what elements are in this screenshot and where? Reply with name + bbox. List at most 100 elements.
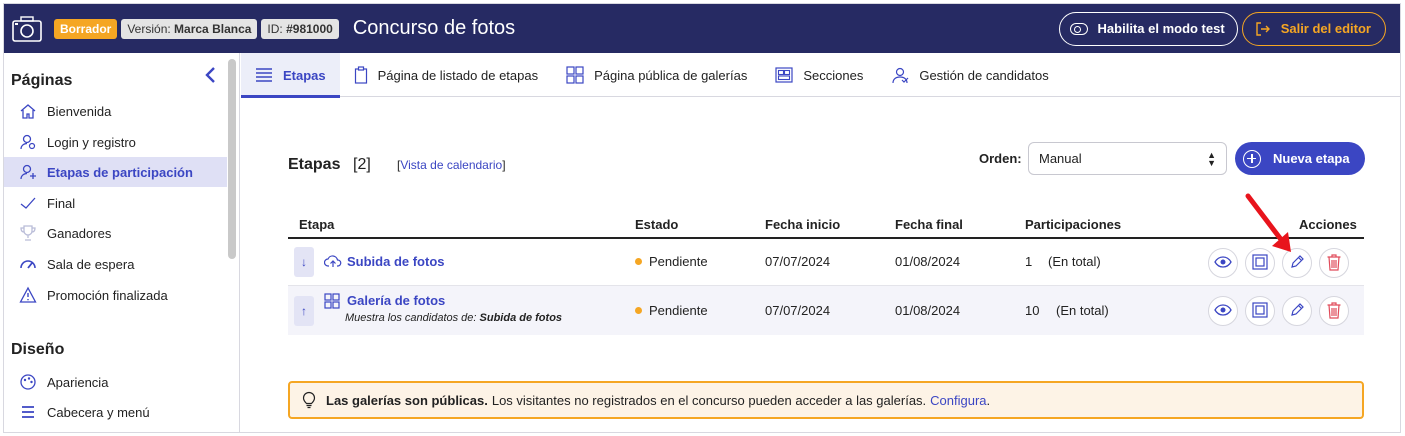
- stage-participations-count: 10: [1025, 303, 1040, 318]
- stage-name-link[interactable]: Galería de fotos: [347, 293, 445, 308]
- sidebar: Páginas Bienvenida Login y registro Etap…: [4, 53, 240, 432]
- sidebar-item-ganadores[interactable]: Ganadores: [4, 218, 227, 248]
- new-stage-button[interactable]: Nueva etapa: [1235, 142, 1365, 175]
- edit-button[interactable]: [1282, 296, 1312, 326]
- table-row: ↓ Subida de fotos Pendiente 07/07/2024 0…: [288, 239, 1364, 286]
- tab-label: Etapas: [283, 67, 326, 83]
- move-down-icon[interactable]: ↓: [294, 247, 314, 277]
- bracket-close: ]: [502, 158, 506, 172]
- main-content: Etapas Página de listado de etapas Págin…: [241, 53, 1400, 432]
- sidebar-item-label: Bienvenida: [47, 103, 112, 119]
- sidebar-item-promocion[interactable]: Promoción finalizada: [4, 280, 227, 310]
- new-stage-label: Nueva etapa: [1273, 151, 1350, 166]
- pencil-icon: [1289, 302, 1305, 321]
- pages-heading: Páginas: [11, 72, 73, 89]
- test-mode-button[interactable]: Habilita el modo test: [1058, 11, 1238, 46]
- column-status: Estado: [635, 217, 679, 232]
- order-select[interactable]: Manual ▲ ▼: [1028, 142, 1227, 175]
- version-value: Marca Blanca: [174, 21, 252, 36]
- candidates-icon: [891, 66, 909, 84]
- sidebar-item-label: Sala de espera: [47, 256, 135, 272]
- plus-circle-icon: [1243, 149, 1261, 168]
- move-up-icon[interactable]: ↑: [294, 296, 314, 326]
- sidebar-item-cabecera[interactable]: Cabecera y menú: [4, 397, 227, 427]
- sidebar-item-label: Ganadores: [47, 225, 112, 241]
- status-dot: [635, 258, 642, 265]
- duplicate-icon: [1252, 301, 1268, 321]
- toggle-icon: [1069, 22, 1088, 35]
- stage-participations-note: (En total): [1048, 254, 1101, 269]
- stage-subtitle: Muestra los candidatos de: Subida de fot…: [345, 312, 562, 324]
- id-label: ID:: [267, 21, 283, 36]
- order-value: Manual: [1039, 151, 1082, 166]
- tab-galerias[interactable]: Página pública de galerías: [552, 53, 761, 97]
- tab-label: Página pública de galerías: [594, 67, 748, 83]
- banner-text: Los visitantes no registrados en el conc…: [491, 392, 927, 408]
- clipboard-icon: [354, 66, 368, 84]
- stage-end: 01/08/2024: [895, 254, 961, 269]
- calendar-view-link[interactable]: [Vista de calendario]: [397, 158, 506, 172]
- sidebar-item-apariencia[interactable]: Apariencia: [4, 367, 227, 397]
- calendar-view-label: Vista de calendario: [400, 158, 503, 172]
- sidebar-scrollbar[interactable]: [228, 59, 236, 259]
- view-button[interactable]: [1208, 248, 1238, 278]
- tab-listado[interactable]: Página de listado de etapas: [340, 53, 552, 97]
- stage-participations-note: (En total): [1056, 303, 1109, 318]
- gauge-icon: [18, 254, 38, 274]
- id-badge: ID: #981000: [261, 18, 339, 39]
- trash-icon: [1326, 301, 1342, 322]
- order-label: Orden:: [979, 151, 1022, 166]
- configure-link[interactable]: Configura: [930, 393, 986, 408]
- lightbulb-icon: [302, 391, 316, 409]
- tab-label: Secciones: [803, 67, 864, 83]
- version-badge: Versión: Marca Blanca: [121, 18, 258, 39]
- banner-trailing: .: [986, 392, 991, 408]
- sidebar-item-etapas[interactable]: Etapas de participación: [4, 157, 227, 187]
- tab-bar: Etapas Página de listado de etapas Págin…: [241, 53, 1400, 98]
- stage-start: 07/07/2024: [765, 303, 831, 318]
- list-icon: [255, 67, 273, 83]
- delete-button[interactable]: [1319, 248, 1349, 278]
- stage-participations-count: 1: [1025, 254, 1033, 269]
- stages-table: Etapa Estado Fecha inicio Fecha final Pa…: [288, 211, 1364, 335]
- user-login-icon: [18, 132, 38, 152]
- stage-name-link[interactable]: Subida de fotos: [347, 254, 445, 269]
- view-button[interactable]: [1208, 296, 1238, 326]
- column-stage: Etapa: [299, 217, 335, 232]
- test-mode-label: Habilita el modo test: [1097, 21, 1225, 36]
- status-badge: Borrador: [54, 18, 118, 39]
- stage-subtitle-value: Subida de fotos: [479, 312, 563, 324]
- delete-button[interactable]: [1319, 296, 1349, 326]
- version-label: Versión:: [127, 21, 171, 36]
- sidebar-item-label: Etapas de participación: [47, 164, 193, 180]
- palette-icon: [18, 372, 38, 392]
- stage-end: 01/08/2024: [895, 303, 961, 318]
- tab-candidatos[interactable]: Gestión de candidatos: [877, 53, 1062, 97]
- design-heading: Diseño: [11, 341, 65, 358]
- stages-title: Etapas: [288, 156, 341, 173]
- cloud-upload-icon: [324, 254, 342, 268]
- eye-icon: [1214, 303, 1232, 319]
- table-row: ↑ Galería de fotos Muestra los candidato…: [288, 286, 1364, 335]
- sidebar-item-label: Promoción finalizada: [47, 287, 168, 303]
- tab-etapas[interactable]: Etapas: [241, 53, 340, 98]
- tab-label: Gestión de candidatos: [919, 67, 1049, 83]
- column-actions: Acciones: [1299, 217, 1357, 232]
- sidebar-item-sala[interactable]: Sala de espera: [4, 249, 227, 279]
- sidebar-item-label: Apariencia: [47, 374, 109, 390]
- page-title: Concurso de fotos: [352, 17, 516, 39]
- exit-icon: [1255, 21, 1271, 37]
- sidebar-item-login[interactable]: Login y registro: [4, 127, 227, 157]
- exit-editor-button[interactable]: Salir del editor: [1241, 11, 1386, 46]
- sidebar-item-final[interactable]: Final: [4, 188, 227, 218]
- status-text: Pendiente: [649, 254, 708, 269]
- gallery-grid-icon: [324, 293, 340, 309]
- stage-status: Pendiente: [635, 254, 708, 269]
- sidebar-item-bienvenida[interactable]: Bienvenida: [4, 96, 227, 126]
- collapse-sidebar-icon[interactable]: [204, 67, 216, 88]
- public-galleries-banner: Las galerías son públicas. Los visitante…: [288, 381, 1364, 419]
- duplicate-button[interactable]: [1245, 296, 1275, 326]
- column-start: Fecha inicio: [765, 217, 841, 232]
- stages-count: [2]: [353, 156, 371, 173]
- tab-secciones[interactable]: Secciones: [761, 53, 877, 97]
